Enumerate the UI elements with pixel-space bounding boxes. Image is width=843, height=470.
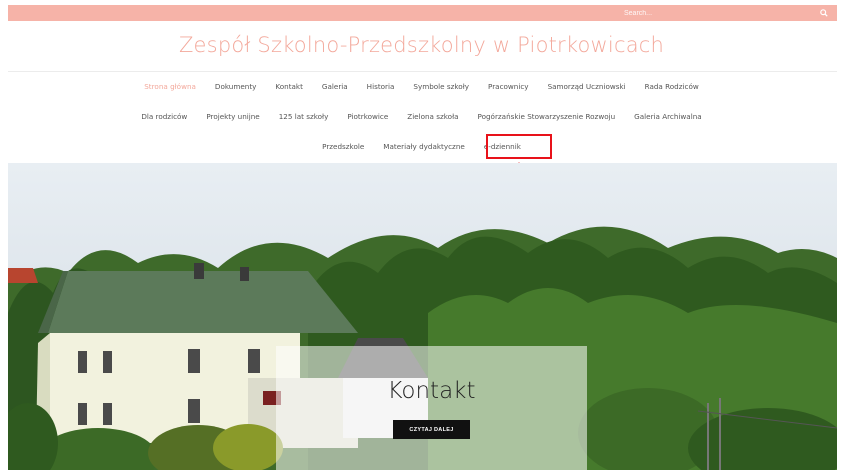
menu-item-galeria-archiwalna[interactable]: Galeria Archiwalna: [634, 112, 702, 121]
menu-item-przedszkole[interactable]: Przedszkole: [322, 142, 364, 151]
top-bar: [8, 5, 837, 21]
menu-item-historia[interactable]: Historia: [367, 82, 395, 91]
search-input[interactable]: [622, 5, 722, 21]
menu-item-pracownicy[interactable]: Pracownicy: [488, 82, 529, 91]
search-icon: [820, 9, 828, 17]
menu-item-projekty-unijne[interactable]: Projekty unijne: [206, 112, 259, 121]
menu-item-piotrkowice[interactable]: Piotrkowice: [347, 112, 388, 121]
search-form: [622, 5, 828, 21]
slide-title: Kontakt: [387, 378, 476, 404]
menu-item-dla-rodzicow[interactable]: Dla rodziców: [141, 112, 187, 121]
menu-item-samorzad-uczniowski[interactable]: Samorząd Uczniowski: [548, 82, 626, 91]
menu-item-125-lat-szkoly[interactable]: 125 lat szkoły: [279, 112, 329, 121]
menu-item-strona-glowna[interactable]: Strona główna: [144, 82, 196, 91]
site-title[interactable]: Zespół Szkolno-Przedszkolny w Piotrkowic…: [0, 33, 843, 57]
menu-row-3: Przedszkole Materiały dydaktyczne e-dzie…: [0, 142, 843, 151]
e-dziennik-highlight-box: [486, 134, 552, 159]
read-more-button[interactable]: CZYTAJ DALEJ: [393, 420, 470, 439]
menu-item-materialy-dydaktyczne[interactable]: Materiały dydaktyczne: [383, 142, 465, 151]
menu-item-symbole-szkoly[interactable]: Symbole szkoły: [413, 82, 469, 91]
menu-item-zielona-szkola[interactable]: Zielona szkoła: [407, 112, 458, 121]
menu-item-galeria[interactable]: Galeria: [322, 82, 348, 91]
menu-item-pogorzanskie-stowarzyszenie[interactable]: Pogórzańskie Stowarzyszenie Rozwoju: [478, 112, 616, 121]
menu-row-2: Dla rodziców Projekty unijne 125 lat szk…: [0, 112, 843, 121]
menu-row-1: Strona główna Dokumenty Kontakt Galeria …: [0, 82, 843, 91]
header-divider: [8, 71, 837, 72]
menu-item-rada-rodzicow[interactable]: Rada Rodziców: [645, 82, 699, 91]
search-button[interactable]: [816, 5, 832, 21]
menu-item-dokumenty[interactable]: Dokumenty: [215, 82, 256, 91]
menu-item-kontakt[interactable]: Kontakt: [275, 82, 303, 91]
slide-caption-box: Kontakt CZYTAJ DALEJ: [276, 346, 587, 470]
